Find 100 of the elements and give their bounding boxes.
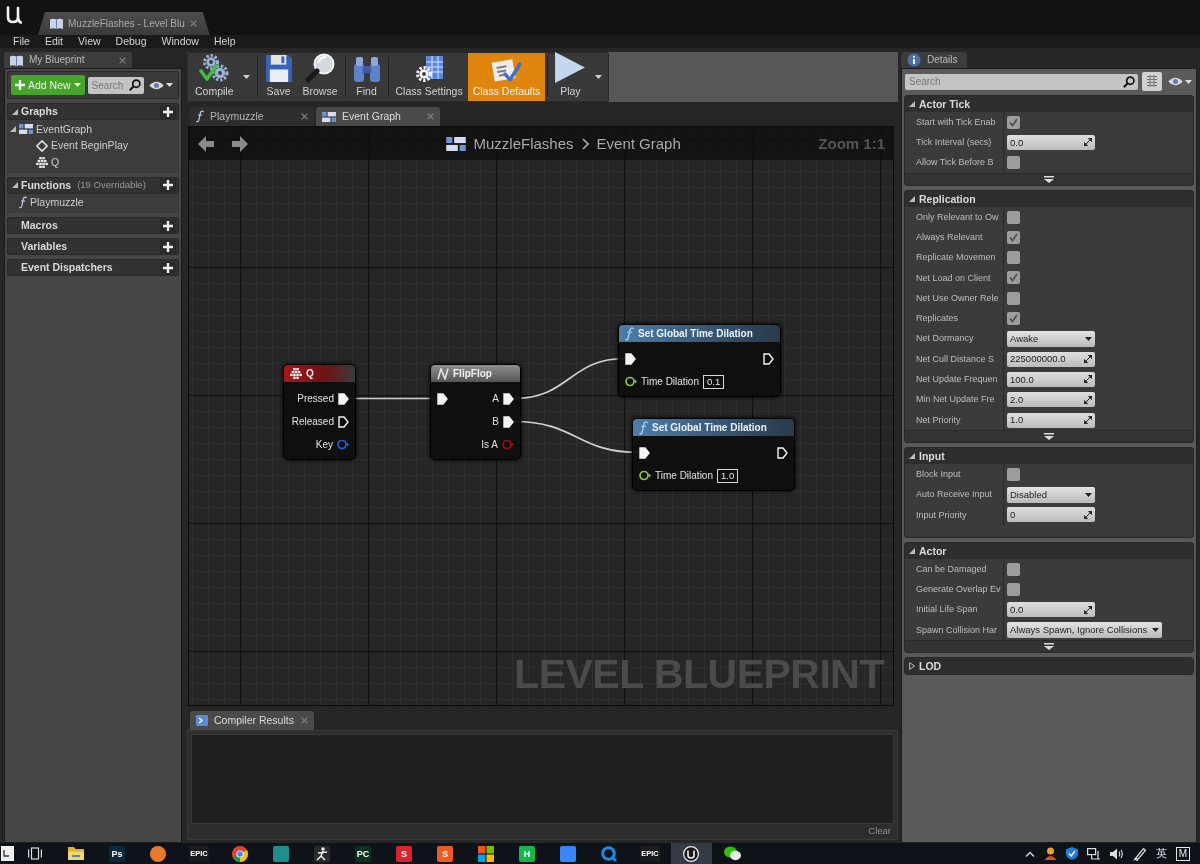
tree-item[interactable]: Q	[7, 154, 179, 171]
number-field[interactable]: 225000000.0	[1007, 351, 1095, 367]
folder-icon[interactable]	[68, 847, 84, 860]
toolbar-button[interactable]: Class Settings	[390, 53, 468, 101]
checkbox[interactable]	[1007, 312, 1020, 325]
toolbar-button[interactable]: Save	[259, 53, 298, 101]
search-field[interactable]: Search	[87, 76, 144, 94]
add-button[interactable]	[160, 178, 176, 192]
show-advanced-icon[interactable]	[1044, 175, 1054, 183]
figure-icon[interactable]	[314, 845, 330, 862]
browser-icon[interactable]	[232, 845, 248, 862]
checkbox[interactable]	[1007, 251, 1020, 265]
section-header[interactable]: Event Dispatchers	[7, 259, 179, 276]
number-field[interactable]: 1.0	[1007, 412, 1095, 428]
number-field[interactable]: 0.0	[1007, 134, 1095, 150]
dropdown[interactable]: Always Spawn, Ignore Collisions	[1007, 622, 1163, 639]
add-button[interactable]	[160, 104, 176, 119]
menu-item[interactable]: File	[13, 35, 30, 48]
exec-pin-icon[interactable]	[763, 352, 774, 365]
section-header[interactable]: Input	[905, 448, 1193, 465]
section-header[interactable]: Graphs	[7, 103, 179, 120]
dropdown[interactable]: Awake	[1007, 330, 1095, 347]
section-header[interactable]: LOD	[905, 658, 1193, 675]
checkbox[interactable]	[1007, 115, 1020, 129]
show-advanced-icon[interactable]	[1044, 643, 1054, 651]
graph-canvas[interactable]: MuzzleFlashes Event Graph Zoom 1:1 LEVEL BLUEPRINT Q Pressed Released Key FlipFlop A B Is A Set Global Time Dilation Time Dilation 0.1 Set Global Time Dilation Time Dilation 1.0	[188, 126, 894, 706]
panel-tab[interactable]: Compiler Results	[190, 711, 314, 730]
graph-node[interactable]: Set Global Time Dilation Time Dilation 0.1	[618, 324, 781, 397]
collapsed-arrow-icon[interactable]	[909, 662, 915, 671]
add-button[interactable]	[160, 260, 176, 275]
expand-arrow-icon[interactable]	[909, 453, 915, 460]
expand-arrow-icon[interactable]	[909, 548, 915, 555]
exec-pin-icon[interactable]	[503, 392, 514, 405]
toolbar-button[interactable]: Play	[550, 53, 591, 101]
search-field[interactable]: Search	[905, 73, 1138, 90]
exec-pin-icon[interactable]	[338, 415, 349, 428]
breadcrumb-link[interactable]: MuzzleFlashes	[473, 134, 574, 153]
expand-arrow-icon[interactable]	[909, 101, 915, 107]
taskbar-button[interactable]: Ps	[96, 843, 138, 864]
menu-item[interactable]: View	[78, 35, 101, 48]
exec-pin-icon[interactable]	[338, 392, 349, 405]
number-field[interactable]: 0.0	[1007, 602, 1095, 618]
expand-arrow-icon[interactable]	[909, 195, 915, 202]
close-icon[interactable]	[301, 113, 308, 120]
checkbox[interactable]	[1007, 291, 1020, 305]
chat-icon[interactable]	[723, 846, 741, 861]
exec-pin-icon[interactable]	[625, 352, 636, 365]
value-field[interactable]: 0.1	[703, 374, 725, 389]
toolbar-button[interactable]: Find	[347, 53, 386, 101]
section-header[interactable]: Variables	[7, 238, 179, 255]
add-button[interactable]	[160, 239, 176, 254]
menu-item[interactable]: Debug	[115, 35, 147, 48]
section-header[interactable]: Macros	[7, 217, 179, 234]
exec-pin-icon[interactable]	[437, 392, 448, 405]
graph-node[interactable]: FlipFlop A B Is A	[430, 364, 521, 460]
volume-icon[interactable]	[1109, 847, 1124, 860]
task-view-icon[interactable]	[28, 847, 42, 860]
checkbox[interactable]	[1007, 562, 1020, 576]
person-icon[interactable]	[1043, 847, 1057, 860]
dropdown[interactable]: Disabled	[1007, 486, 1095, 503]
section-header[interactable]: Actor	[905, 543, 1193, 560]
data-pin-icon[interactable]	[625, 376, 637, 387]
app-icon[interactable]: S	[396, 845, 412, 862]
number-field[interactable]: 2.0	[1007, 392, 1095, 408]
data-pin-icon[interactable]	[639, 470, 651, 481]
number-field[interactable]: 0	[1007, 507, 1095, 523]
expand-arrow-icon[interactable]	[12, 182, 18, 188]
input-mode-indicator[interactable]: M	[1175, 846, 1190, 861]
taskbar-button[interactable]: PC	[342, 843, 384, 864]
graph-node[interactable]: Set Global Time Dilation Time Dilation 1.0	[632, 418, 795, 491]
checkbox[interactable]	[1007, 467, 1020, 481]
expand-arrow-icon[interactable]	[12, 108, 18, 115]
shield-icon[interactable]	[1065, 847, 1078, 860]
toolbar-button[interactable]: Compile	[190, 53, 239, 101]
app-icon[interactable]: Ps	[109, 845, 125, 862]
clear-button[interactable]: Clear	[868, 823, 894, 836]
pen-icon[interactable]	[1132, 846, 1147, 861]
chevron-up-icon[interactable]	[1024, 850, 1035, 857]
panel-tab[interactable]: Details	[901, 52, 967, 68]
number-field[interactable]: 100.0	[1007, 371, 1095, 387]
checkbox[interactable]	[1007, 230, 1020, 244]
checkbox[interactable]	[1007, 583, 1020, 596]
tree-item[interactable]: Playmuzzle	[7, 194, 179, 211]
grid-view-button[interactable]	[1142, 72, 1162, 91]
back-arrow-icon[interactable]	[198, 135, 214, 152]
section-header[interactable]: Functions (19 Overridable)	[7, 176, 179, 194]
close-icon[interactable]	[119, 56, 126, 64]
tree-item[interactable]: Event BeginPlay	[7, 137, 179, 154]
toolbar-button[interactable]: Browse	[297, 53, 343, 101]
network-icon[interactable]	[1086, 847, 1101, 860]
checkbox[interactable]	[1007, 210, 1020, 224]
tree-item[interactable]: EventGraph	[7, 121, 179, 138]
language-indicator[interactable]: 英	[1155, 847, 1167, 860]
app-icon[interactable]: PC	[355, 845, 371, 862]
menu-item[interactable]: Help	[213, 35, 236, 48]
app-icon[interactable]	[150, 845, 166, 862]
checkbox[interactable]	[1007, 271, 1020, 285]
app-icon[interactable]	[478, 845, 494, 862]
menu-item[interactable]: Window	[161, 35, 199, 48]
document-tab[interactable]: MuzzleFlashes - Level Blu	[38, 12, 210, 35]
